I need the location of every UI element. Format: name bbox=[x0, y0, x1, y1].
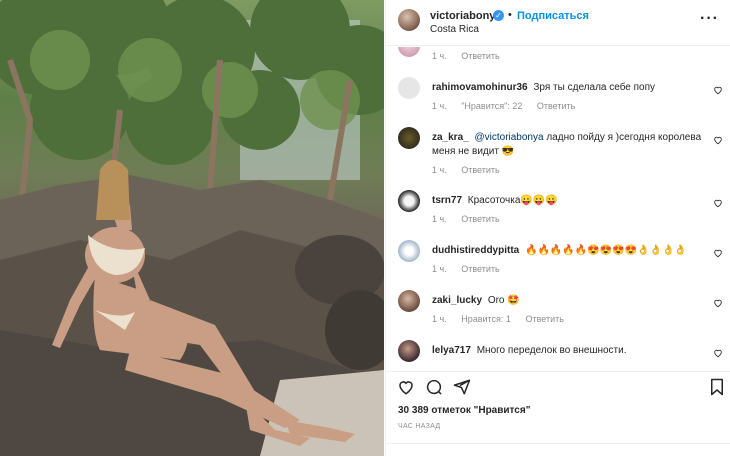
add-comment-bar[interactable] bbox=[386, 443, 730, 456]
comment-meta: 1 ч. Ответить bbox=[432, 165, 512, 175]
reply-button[interactable]: Ответить bbox=[461, 214, 499, 224]
comment-username[interactable]: za_kra_ bbox=[432, 132, 469, 143]
comment-item: tsrn77 Красоточка😛😛😛 1 ч. Ответить bbox=[386, 190, 730, 240]
like-heart-icon[interactable] bbox=[397, 378, 415, 396]
heart-icon[interactable] bbox=[713, 248, 723, 258]
heart-icon[interactable] bbox=[713, 348, 723, 358]
comment-likes[interactable]: Нравится: 1 bbox=[461, 314, 511, 324]
likes-count[interactable]: 30 389 отметок "Нравится" bbox=[398, 405, 530, 416]
comment-bubble-icon[interactable] bbox=[425, 378, 443, 396]
comment-text: za_kra_ @victoriabonya ладно пойду я )се… bbox=[432, 131, 702, 159]
comment-item: za_kra_ @victoriabonya ладно пойду я )се… bbox=[386, 127, 730, 183]
comment-username[interactable]: lelya717 bbox=[432, 345, 471, 356]
comment-username[interactable]: tsrn77 bbox=[432, 195, 462, 206]
heart-icon[interactable] bbox=[713, 198, 723, 208]
comment-avatar[interactable] bbox=[398, 240, 420, 262]
share-paper-plane-icon[interactable] bbox=[453, 378, 471, 396]
comment-username[interactable]: rahimovamohinur36 bbox=[432, 82, 528, 93]
comment-body: Oro 🤩 bbox=[487, 295, 520, 306]
reply-button[interactable]: Ответить bbox=[461, 51, 499, 61]
reply-button[interactable]: Ответить bbox=[461, 264, 499, 274]
comment-meta: 1 ч. Ответить bbox=[432, 264, 512, 274]
comment-meta: 1 ч. "Нравится": 22 Ответить bbox=[432, 101, 587, 111]
comment-item: lelya717 Много переделок во внешности. bbox=[386, 340, 730, 369]
post-photo[interactable] bbox=[0, 0, 384, 456]
more-options-icon[interactable]: ··· bbox=[700, 10, 719, 28]
comment-meta: 1 ч. Ответить bbox=[432, 51, 512, 61]
comment-body: ладно пойду я )сегодня королева меня не … bbox=[432, 132, 702, 157]
comment-time: 1 ч. bbox=[432, 264, 447, 274]
comment-time: 1 ч. bbox=[432, 314, 447, 324]
heart-icon[interactable] bbox=[713, 135, 723, 145]
comment-text: lelya717 Много переделок во внешности. bbox=[432, 344, 702, 358]
reply-button[interactable]: Ответить bbox=[461, 165, 499, 175]
comment-avatar[interactable] bbox=[398, 127, 420, 149]
comment-body: 🔥🔥🔥🔥🔥😍😍😍😍👌👌👌👌 bbox=[525, 245, 687, 256]
comment-item: dudhistireddypitta 🔥🔥🔥🔥🔥😍😍😍😍👌👌👌👌 1 ч. От… bbox=[386, 240, 730, 290]
comment-time: 1 ч. bbox=[432, 101, 447, 111]
comment-avatar[interactable] bbox=[398, 47, 420, 57]
comment-time: 1 ч. bbox=[432, 214, 447, 224]
comment-mention[interactable]: @victoriabonya bbox=[474, 132, 543, 143]
comment-meta: 1 ч. Нравится: 1 Ответить bbox=[432, 314, 576, 324]
comment-username[interactable]: zaki_lucky bbox=[432, 295, 482, 306]
comment-item: rahimovamohinur36 Зря ты сделала себе по… bbox=[386, 77, 730, 127]
action-bar bbox=[386, 371, 730, 403]
bookmark-icon[interactable] bbox=[709, 378, 725, 396]
author-avatar[interactable] bbox=[398, 9, 420, 31]
comment-body: Много переделок во внешности. bbox=[476, 345, 627, 356]
comment-text: dudhistireddypitta 🔥🔥🔥🔥🔥😍😍😍😍👌👌👌👌 bbox=[432, 244, 702, 258]
author-username[interactable]: victoriabonya bbox=[430, 10, 502, 22]
comment-body: Зря ты сделала себе попу bbox=[533, 82, 656, 93]
comment-body: Красоточка😛😛😛 bbox=[467, 195, 558, 206]
comment-item: zaki_lucky Oro 🤩 1 ч. Нравится: 1 Ответи… bbox=[386, 290, 730, 340]
comment-time: 1 ч. bbox=[432, 51, 447, 61]
comment-text: rahimovamohinur36 Зря ты сделала себе по… bbox=[432, 81, 702, 95]
verified-badge-icon: ✓ bbox=[493, 10, 504, 21]
comment-text: tsrn77 Красоточка😛😛😛 bbox=[432, 194, 702, 208]
comment-avatar[interactable] bbox=[398, 290, 420, 312]
heart-icon[interactable] bbox=[713, 85, 723, 95]
reply-button[interactable]: Ответить bbox=[525, 314, 563, 324]
separator-dot: • bbox=[508, 9, 512, 21]
comments-list[interactable]: 1 ч. Ответить rahimovamohinur36 Зря ты с… bbox=[386, 47, 730, 369]
follow-button[interactable]: Подписаться bbox=[517, 10, 589, 22]
comment-username[interactable]: dudhistireddypitta bbox=[432, 245, 519, 256]
post-timestamp: ЧАС НАЗАД bbox=[398, 423, 441, 430]
comment-avatar[interactable] bbox=[398, 77, 420, 99]
reply-button[interactable]: Ответить bbox=[537, 101, 575, 111]
comment-time: 1 ч. bbox=[432, 165, 447, 175]
comment-avatar[interactable] bbox=[398, 340, 420, 362]
post-panel: victoriabonya ✓ • Подписаться Costa Rica… bbox=[385, 0, 730, 456]
post-location[interactable]: Costa Rica bbox=[430, 24, 479, 35]
comment-meta: 1 ч. Ответить bbox=[432, 214, 512, 224]
comment-likes[interactable]: "Нравится": 22 bbox=[461, 101, 522, 111]
comment-text: zaki_lucky Oro 🤩 bbox=[432, 294, 702, 308]
photo-illustration bbox=[0, 0, 384, 456]
comment-avatar[interactable] bbox=[398, 190, 420, 212]
heart-icon[interactable] bbox=[713, 298, 723, 308]
post-header: victoriabonya ✓ • Подписаться Costa Rica… bbox=[386, 0, 730, 46]
